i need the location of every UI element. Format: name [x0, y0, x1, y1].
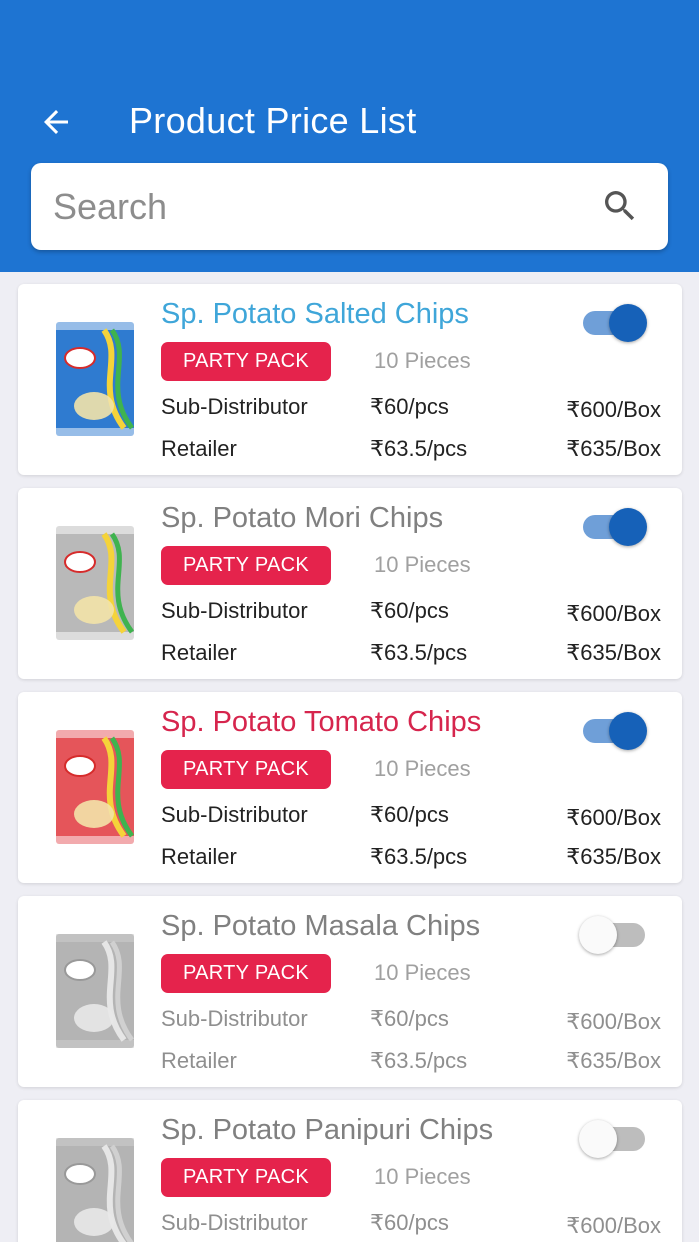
search-input[interactable] — [53, 163, 593, 250]
party-pack-badge: PARTY PACK — [161, 546, 331, 585]
toggle-thumb — [609, 508, 647, 546]
product-pack-image — [56, 934, 135, 1048]
product-card[interactable]: Sp. Potato Salted Chips PARTY PACK 10 Pi… — [18, 284, 682, 475]
unit-price: ₹60/pcs — [370, 1210, 449, 1235]
box-price: ₹600/Box — [566, 601, 661, 626]
product-card[interactable]: Sp. Potato Panipuri Chips PARTY PACK 10 … — [18, 1100, 682, 1242]
pieces-count: 10 Pieces — [374, 552, 471, 577]
product-pack-image — [56, 322, 135, 436]
product-active-toggle[interactable] — [579, 1116, 651, 1160]
unit-price: ₹60/pcs — [370, 802, 449, 827]
product-name: Sp. Potato Salted Chips — [161, 298, 469, 330]
search-bar[interactable] — [31, 163, 668, 250]
pieces-count: 10 Pieces — [374, 960, 471, 985]
price-tier-label: Sub-Distributor — [161, 1210, 308, 1235]
unit-price: ₹63.5/pcs — [370, 844, 468, 869]
box-price: ₹635/Box — [566, 436, 661, 461]
box-price: ₹600/Box — [566, 805, 661, 830]
unit-price: ₹60/pcs — [370, 1006, 449, 1031]
toggle-thumb — [609, 304, 647, 342]
unit-price: ₹63.5/pcs — [370, 640, 468, 665]
party-pack-badge: PARTY PACK — [161, 954, 331, 993]
box-price: ₹635/Box — [566, 844, 661, 869]
price-tier-label: Sub-Distributor — [161, 1006, 308, 1031]
product-active-toggle[interactable] — [581, 708, 651, 752]
product-active-toggle[interactable] — [579, 912, 651, 956]
product-name: Sp. Potato Mori Chips — [161, 502, 444, 534]
price-tier-label: Retailer — [161, 1048, 237, 1073]
box-price: ₹600/Box — [566, 1009, 661, 1034]
product-card[interactable]: Sp. Potato Mori Chips PARTY PACK 10 Piec… — [18, 488, 682, 679]
product-pack-image — [56, 730, 135, 844]
price-tier-label: Sub-Distributor — [161, 802, 308, 827]
price-tier-label: Retailer — [161, 640, 237, 665]
arrow-left-icon — [44, 110, 68, 134]
party-pack-badge: PARTY PACK — [161, 342, 331, 381]
price-tier-label: Sub-Distributor — [161, 598, 308, 623]
toggle-thumb — [609, 712, 647, 750]
unit-price: ₹60/pcs — [370, 598, 449, 623]
price-tier-label: Retailer — [161, 844, 237, 869]
product-list: Sp. Potato Salted Chips PARTY PACK 10 Pi… — [18, 284, 682, 1242]
box-price: ₹600/Box — [566, 1213, 661, 1238]
app-bar: Product Price List — [0, 0, 699, 272]
product-pack-image — [56, 1138, 134, 1242]
toggle-thumb — [579, 1120, 617, 1158]
unit-price: ₹63.5/pcs — [370, 1048, 468, 1073]
price-tier-label: Retailer — [161, 436, 237, 461]
price-tier-label: Sub-Distributor — [161, 394, 308, 419]
pieces-count: 10 Pieces — [374, 1164, 471, 1189]
party-pack-badge: PARTY PACK — [161, 750, 331, 789]
page-title: Product Price List — [129, 100, 417, 141]
product-name: Sp. Potato Panipuri Chips — [161, 1114, 494, 1146]
product-card[interactable]: Sp. Potato Masala Chips PARTY PACK 10 Pi… — [18, 896, 682, 1087]
back-button[interactable] — [34, 100, 78, 144]
product-pack-image — [56, 526, 135, 640]
box-price: ₹600/Box — [566, 397, 661, 422]
product-name: Sp. Potato Masala Chips — [161, 910, 481, 942]
product-name: Sp. Potato Tomato Chips — [161, 706, 482, 738]
product-active-toggle[interactable] — [581, 300, 651, 344]
box-price: ₹635/Box — [566, 1048, 661, 1073]
product-active-toggle[interactable] — [581, 504, 651, 548]
party-pack-badge: PARTY PACK — [161, 1158, 331, 1197]
toggle-thumb — [579, 916, 617, 954]
search-icon[interactable] — [600, 186, 640, 226]
product-card[interactable]: Sp. Potato Tomato Chips PARTY PACK 10 Pi… — [18, 692, 682, 883]
box-price: ₹635/Box — [566, 640, 661, 665]
unit-price: ₹63.5/pcs — [370, 436, 468, 461]
pieces-count: 10 Pieces — [374, 756, 471, 781]
unit-price: ₹60/pcs — [370, 394, 449, 419]
pieces-count: 10 Pieces — [374, 348, 471, 373]
